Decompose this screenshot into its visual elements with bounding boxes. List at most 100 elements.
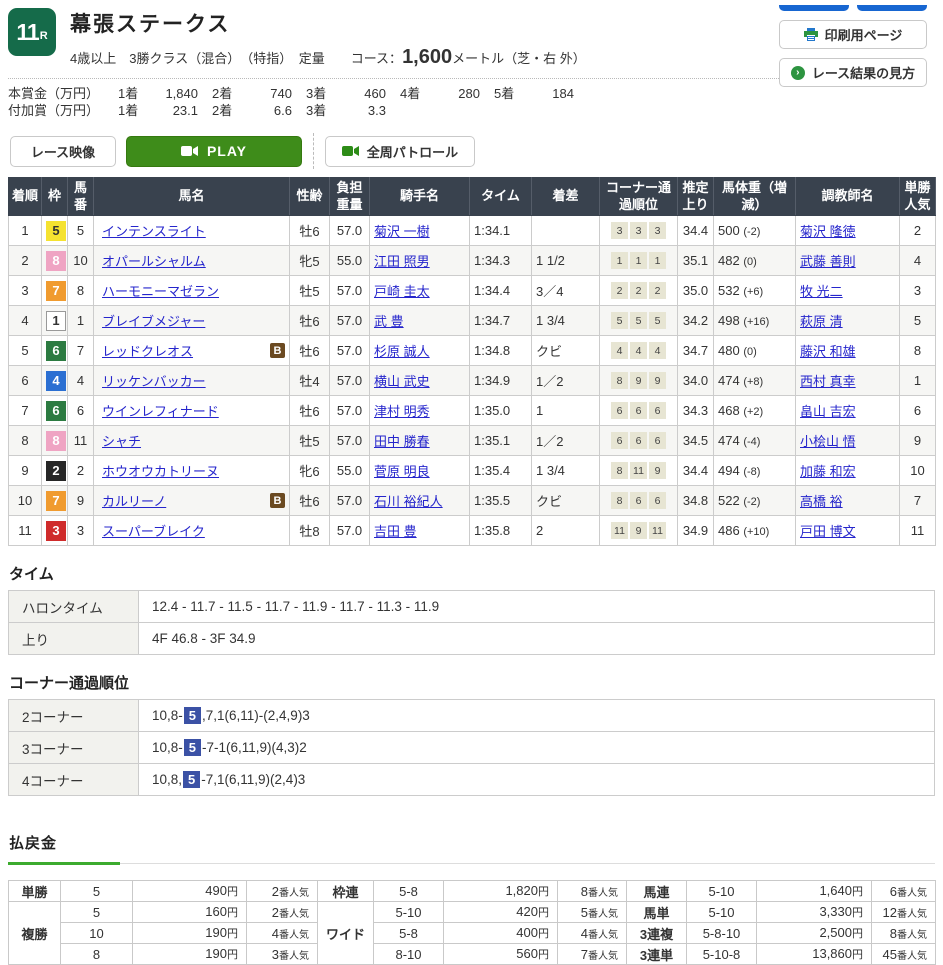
last-3f: 34.0 <box>678 366 714 396</box>
body-weight-diff: (0) <box>743 346 756 358</box>
play-button[interactable]: PLAY <box>126 136 302 167</box>
trainer-link[interactable]: 小桧山 悟 <box>800 434 856 449</box>
body-weight: 486 <box>718 523 740 538</box>
margin: 1 3/4 <box>532 306 600 336</box>
trainer-link[interactable]: 藤沢 和雄 <box>800 344 856 359</box>
carried-weight: 57.0 <box>330 366 370 396</box>
win-favorite: 11 <box>900 516 936 546</box>
jockey-link[interactable]: 田中 勝春 <box>374 434 430 449</box>
last-3f: 34.4 <box>678 456 714 486</box>
horse-name-link[interactable]: スーパーブレイク <box>102 521 205 540</box>
corner-section-heading: コーナー通過順位 <box>9 672 935 693</box>
trainer-link[interactable]: 菊沢 隆徳 <box>800 224 856 239</box>
jockey-link[interactable]: 杉原 誠人 <box>374 344 430 359</box>
corner-order: 666 <box>604 432 673 449</box>
trainer-link[interactable]: 萩原 清 <box>800 314 843 329</box>
jockey-link[interactable]: 菊沢 一樹 <box>374 224 430 239</box>
finish-time: 1:35.1 <box>470 426 532 456</box>
horse-name-link[interactable]: カルリーノ <box>102 491 166 510</box>
truncated-blue-button-left[interactable] <box>779 5 849 11</box>
margin: 1 1/2 <box>532 246 600 276</box>
margin: 1／2 <box>532 426 600 456</box>
video-camera-icon <box>181 145 198 157</box>
race-result-page: 11R 幕張ステークス 4歳以上 3勝クラス（混合） （特指） 定量 コース：1… <box>0 0 943 965</box>
table-row: 2 8 10 オパールシャルム 牝5 55.0 江田 照男 1:34.3 1 1… <box>9 246 936 276</box>
win-favorite: 3 <box>900 276 936 306</box>
waku-badge: 8 <box>46 251 66 271</box>
carried-weight: 55.0 <box>330 246 370 276</box>
jockey-link[interactable]: 横山 武史 <box>374 374 430 389</box>
wide-favorite: 7番人気 <box>558 944 627 965</box>
trainer-link[interactable]: 高橋 裕 <box>800 494 843 509</box>
corner-order: 111 <box>604 252 673 269</box>
col-body-weight: 馬体重（増減） <box>714 178 796 216</box>
win-favorite: 4 <box>900 246 936 276</box>
finish-time: 1:35.5 <box>470 486 532 516</box>
table-row: 3 7 8 ハーモニーマゼラン 牡5 57.0 戸崎 圭太 1:34.4 3／4… <box>9 276 936 306</box>
last-up-label: 上り <box>9 623 139 655</box>
table-row: 10 7 9 カルリーノB 牡6 57.0 石川 裕紀人 1:35.5 クビ 8… <box>9 486 936 516</box>
horse-name-link[interactable]: オパールシャルム <box>102 251 206 270</box>
win-label: 単勝 <box>9 881 61 902</box>
patrol-label: 全周パトロール <box>367 142 458 161</box>
corner-order: 8119 <box>604 462 673 479</box>
trio-favorite: 8番人気 <box>872 923 936 944</box>
horse-name-link[interactable]: レッドクレオス <box>102 341 193 360</box>
trainer-link[interactable]: 戸田 博文 <box>800 524 856 539</box>
last-3f: 34.9 <box>678 516 714 546</box>
jockey-link[interactable]: 石川 裕紀人 <box>374 494 443 509</box>
horse-name-link[interactable]: シャチ <box>102 431 141 450</box>
col-time: タイム <box>470 178 532 216</box>
waku-badge: 1 <box>46 311 66 331</box>
body-weight: 482 <box>718 253 740 268</box>
carried-weight: 57.0 <box>330 216 370 246</box>
time-section-heading: タイム <box>9 563 935 584</box>
race-results-table: 着順 枠 馬番 馬名 性齢 負担重量 騎手名 タイム 着差 コーナー通過順位 推… <box>8 177 936 546</box>
result-guide-button[interactable]: › レース結果の見方 <box>779 58 927 87</box>
wide-combination: 5-8 <box>374 923 444 944</box>
corner2-label: 2コーナー <box>9 700 139 732</box>
truncated-blue-button-right[interactable] <box>857 5 927 11</box>
margin: クビ <box>532 486 600 516</box>
margin: 1 <box>532 396 600 426</box>
trainer-link[interactable]: 西村 真幸 <box>800 374 856 389</box>
patrol-video-button[interactable]: 全周パトロール <box>325 136 475 167</box>
table-row: 4コーナー 10,8,5-7,1(6,11,9)(2,4)3 <box>9 764 935 796</box>
print-page-button[interactable]: 印刷用ページ <box>779 20 927 49</box>
place-amount: 190円 <box>133 944 247 965</box>
winner-highlight: 5 <box>184 739 201 756</box>
jockey-link[interactable]: 戸崎 圭太 <box>374 284 430 299</box>
trifecta-label: 3連単 <box>627 944 687 965</box>
horse-name-link[interactable]: ブレイブメジャー <box>102 311 205 330</box>
last-3f: 34.3 <box>678 396 714 426</box>
winner-highlight: 5 <box>183 771 200 788</box>
jockey-link[interactable]: 武 豊 <box>374 314 404 329</box>
jockey-link[interactable]: 菅原 明良 <box>374 464 430 479</box>
bracket-quinella-amount: 1,820円 <box>444 881 558 902</box>
finish-position: 4 <box>9 306 42 336</box>
horse-name-link[interactable]: インテンスライト <box>102 221 206 240</box>
carried-weight: 55.0 <box>330 456 370 486</box>
corner-order: 866 <box>604 492 673 509</box>
horse-name-link[interactable]: リッケンバッカー <box>102 371 206 390</box>
table-row: 9 2 2 ホウオウカトリーヌ 牝6 55.0 菅原 明良 1:35.4 1 3… <box>9 456 936 486</box>
trainer-link[interactable]: 畠山 吉宏 <box>800 404 856 419</box>
horse-name-link[interactable]: ウインレフィナード <box>102 401 219 420</box>
horse-name-link[interactable]: ホウオウカトリーヌ <box>102 461 219 480</box>
jockey-link[interactable]: 吉田 豊 <box>374 524 417 539</box>
trainer-link[interactable]: 武藤 善則 <box>800 254 856 269</box>
corner-order: 666 <box>604 402 673 419</box>
jockey-link[interactable]: 津村 明秀 <box>374 404 430 419</box>
horse-name-link[interactable]: ハーモニーマゼラン <box>102 281 219 300</box>
race-number-suffix: R <box>40 30 48 42</box>
table-row: 1 5 5 インテンスライト 牡6 57.0 菊沢 一樹 1:34.1 333 … <box>9 216 936 246</box>
jockey-link[interactable]: 江田 照男 <box>374 254 430 269</box>
bracket-quinella-combination: 5-8 <box>374 881 444 902</box>
trainer-link[interactable]: 加藤 和宏 <box>800 464 856 479</box>
horse-number: 6 <box>68 396 94 426</box>
race-video-button[interactable]: レース映像 <box>10 136 116 167</box>
place-favorite: 2番人気 <box>247 902 318 923</box>
trainer-link[interactable]: 牧 光二 <box>800 284 843 299</box>
prize-value: 1,840 <box>148 86 198 102</box>
table-row: 単勝 5 490円 2番人気 枠連 5-8 1,820円 8番人気 馬連 5-1… <box>9 881 936 902</box>
